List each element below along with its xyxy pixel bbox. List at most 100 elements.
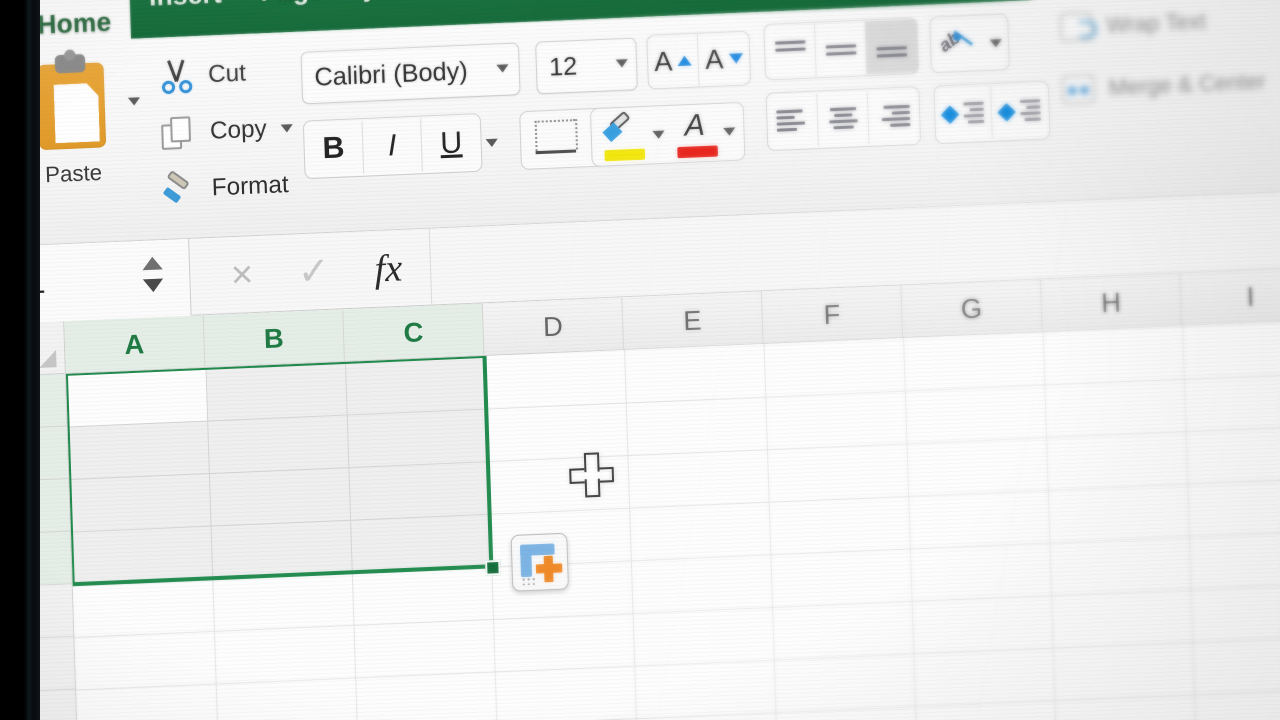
borders-icon — [533, 119, 581, 159]
bold-button[interactable]: B — [303, 121, 365, 177]
align-middle-icon — [825, 35, 856, 63]
cut-button[interactable]: Cut — [159, 56, 247, 95]
tab-home-label: Home — [36, 6, 112, 40]
shrink-font-button[interactable]: A — [698, 32, 750, 87]
cancel-icon[interactable]: × — [230, 253, 254, 296]
enter-icon[interactable]: ✓ — [297, 250, 331, 294]
grid[interactable] — [65, 319, 1280, 720]
excel-window: Home Insert Page Layout Formulas Data Re… — [0, 0, 1280, 720]
spinner-up-icon — [142, 255, 163, 270]
orientation-chevron-down-icon[interactable] — [989, 39, 1003, 48]
insert-function-icon[interactable]: fx — [374, 246, 403, 292]
wrap-text-label: Wrap Text — [1106, 8, 1207, 38]
fill-color-button[interactable] — [601, 110, 647, 162]
indent-group — [933, 80, 1051, 145]
copy-icon — [161, 115, 196, 151]
font-size-chevron-down-icon[interactable] — [615, 59, 629, 68]
font-size-stepper: A A — [646, 30, 752, 90]
column-header-g[interactable]: G — [901, 279, 1043, 338]
copy-chevron-down-icon[interactable] — [280, 124, 294, 133]
monitor-bezel — [0, 0, 40, 720]
grow-font-button[interactable]: A — [647, 33, 700, 89]
font-name-chevron-down-icon[interactable] — [496, 64, 509, 73]
increase-indent-icon — [997, 97, 1041, 125]
align-center-button[interactable] — [817, 91, 870, 147]
font-size-value: 12 — [548, 51, 578, 82]
italic-button[interactable]: I — [362, 118, 423, 174]
italic-label: I — [387, 128, 397, 163]
quick-analysis-button[interactable] — [510, 532, 569, 592]
tab-page-layout-label: Page Layout — [260, 0, 420, 7]
formula-bar-buttons: × ✓ fx — [190, 246, 403, 300]
alignment-group: ab — [757, 0, 1057, 214]
font-color-swatch — [677, 145, 719, 159]
align-right-button[interactable] — [868, 89, 920, 144]
monitor-bezel-edge — [24, 0, 34, 720]
triangle-down-icon — [728, 53, 743, 64]
shrink-font-label: A — [704, 43, 724, 75]
wrap-text-icon — [1059, 11, 1093, 42]
underline-button[interactable]: U — [421, 116, 481, 171]
copy-label: Copy — [209, 115, 268, 145]
column-header-f[interactable]: F — [761, 285, 904, 343]
wrap-text-button[interactable]: Wrap Text — [1059, 7, 1207, 42]
underline-chevron-down-icon[interactable] — [485, 138, 498, 148]
bold-label: B — [322, 131, 346, 166]
tab-insert[interactable]: Insert — [129, 0, 243, 39]
cut-label: Cut — [207, 59, 247, 89]
fill-color-chevron-down-icon[interactable] — [652, 130, 665, 140]
spinner-down-icon — [142, 278, 164, 293]
tab-insert-label: Insert — [148, 0, 222, 12]
font-color-chevron-down-icon[interactable] — [723, 127, 736, 137]
fill-color-swatch — [604, 148, 646, 162]
copy-button[interactable]: Copy — [161, 111, 294, 151]
grow-font-label: A — [653, 45, 673, 77]
column-header-e[interactable]: E — [622, 291, 764, 349]
align-middle-button[interactable] — [814, 21, 868, 77]
font-color-button[interactable]: A — [674, 108, 720, 159]
paste-chevron-down-icon[interactable] — [127, 97, 141, 106]
font-name-combobox[interactable]: Calibri (Body) — [300, 42, 521, 105]
selection-range-border — [65, 353, 494, 587]
align-top-button[interactable] — [764, 23, 817, 79]
font-size-combobox[interactable]: 12 — [535, 37, 638, 95]
format-label: Format — [211, 170, 290, 202]
horizontal-align-group — [765, 86, 922, 152]
format-painter-button[interactable]: Format — [162, 168, 290, 208]
paintbrush-icon — [162, 169, 198, 208]
align-left-button[interactable] — [766, 93, 819, 149]
orientation-button[interactable]: ab — [929, 13, 1010, 74]
fill-handle[interactable] — [485, 559, 501, 576]
column-header-c[interactable]: C — [343, 303, 485, 361]
mouse-cursor-crosshair-icon — [569, 452, 615, 498]
orientation-icon: ab — [935, 26, 981, 62]
decrease-indent-button[interactable] — [934, 86, 993, 142]
column-header-b[interactable]: B — [203, 309, 345, 367]
scissors-icon — [159, 58, 194, 95]
wrap-merge-group: Wrap Text Merge & Center ▾ — [1055, 0, 1280, 202]
column-header-a[interactable]: A — [64, 315, 206, 373]
align-bottom-button[interactable] — [865, 19, 918, 75]
font-color-letter-icon: A — [684, 108, 706, 143]
column-header-i[interactable]: I — [1180, 267, 1280, 326]
align-left-icon — [775, 107, 809, 135]
name-box-spinner[interactable] — [142, 255, 164, 293]
clipboard-icon — [36, 53, 107, 151]
align-top-icon — [774, 37, 806, 65]
font-name-value: Calibri (Body) — [314, 56, 469, 92]
decrease-indent-icon — [940, 100, 984, 128]
column-header-h[interactable]: H — [1040, 273, 1183, 332]
increase-indent-button[interactable] — [991, 84, 1049, 139]
align-right-icon — [877, 103, 911, 131]
merge-center-button[interactable]: Merge & Center ▾ — [1061, 66, 1280, 105]
worksheet: A B C D E F G H I J 1 2 3 4 5 6 7 8 — [0, 266, 1280, 720]
font-group: Calibri (Body) 12 A A B I U A — [292, 12, 774, 235]
vertical-align-group — [763, 17, 919, 81]
clipboard-group: Paste Cut Copy Format — [0, 32, 306, 247]
align-center-icon — [826, 105, 859, 133]
merge-cells-icon — [1061, 74, 1095, 105]
text-style-group: B I U — [302, 113, 483, 180]
triangle-up-icon — [677, 55, 692, 67]
underline-label: U — [439, 125, 463, 161]
column-header-d[interactable]: D — [482, 297, 624, 355]
